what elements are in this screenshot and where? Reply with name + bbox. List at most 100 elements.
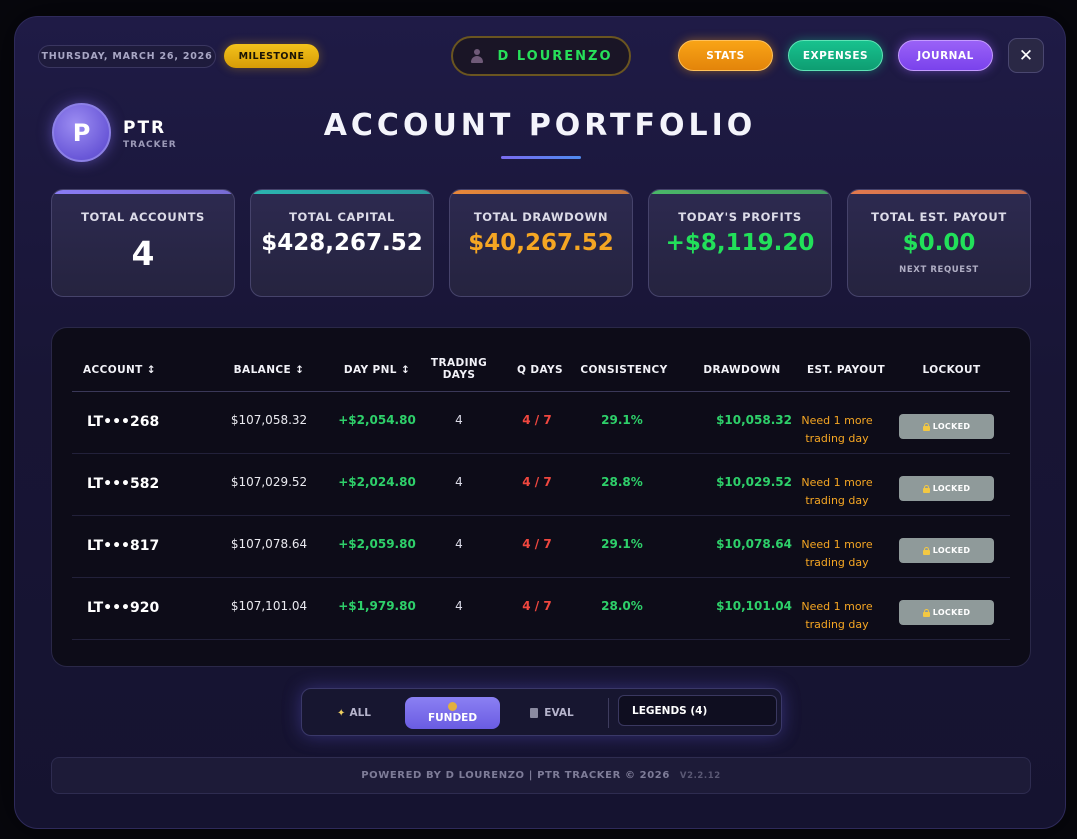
lockout-label: LOCKED: [932, 608, 971, 617]
sparkle-icon: ✦: [337, 707, 346, 719]
col-header-account[interactable]: ACCOUNT ↕: [83, 364, 156, 376]
cell-trading-days: 4: [455, 599, 463, 613]
filter-funded-button[interactable]: FUNDED: [405, 697, 500, 729]
cell-day-pnl: +$2,024.80: [338, 475, 416, 489]
cell-drawdown: $10,078.64: [716, 537, 792, 551]
lockout-label: LOCKED: [932, 422, 971, 431]
table-row[interactable]: LT•••920 $107,101.04 +$1,979.80 4 4 / 7 …: [72, 578, 1010, 640]
stat-label: TOTAL EST. PAYOUT: [871, 210, 1007, 224]
stat-accent-bar: [649, 190, 831, 194]
cell-consistency: 28.0%: [601, 599, 643, 613]
stat-card-total-est-payout: TOTAL EST. PAYOUT $0.00 NEXT REQUEST: [847, 189, 1031, 297]
expenses-button[interactable]: EXPENSES: [788, 40, 883, 71]
cell-balance: $107,078.64: [230, 537, 308, 551]
table-row[interactable]: LT•••817 $107,078.64 +$2,059.80 4 4 / 7 …: [72, 516, 1010, 578]
cell-drawdown: $10,029.52: [716, 475, 792, 489]
cell-consistency: 29.1%: [601, 537, 643, 551]
lock-icon: [922, 546, 930, 555]
milestone-badge[interactable]: MILESTONE: [224, 44, 319, 68]
filter-all-label: ALL: [349, 707, 371, 719]
col-header-trading-days-line2: DAYS: [442, 369, 476, 381]
user-name: D LOURENZO: [497, 48, 613, 64]
filter-eval-button[interactable]: EVAL: [514, 697, 590, 729]
footer-text: POWERED BY D LOURENZO | PTR TRACKER © 20…: [361, 770, 670, 781]
cell-balance: $107,101.04: [230, 599, 308, 613]
col-header-trading-days: TRADING DAYS: [424, 357, 494, 381]
stat-value: 4: [131, 234, 155, 273]
stat-card-total-capital: TOTAL CAPITAL $428,267.52: [250, 189, 434, 297]
stat-value: $428,267.52: [261, 230, 423, 256]
col-header-balance[interactable]: BALANCE ↕: [214, 364, 324, 376]
stat-label: TOTAL CAPITAL: [289, 210, 395, 224]
cell-balance: $107,029.52: [230, 475, 308, 489]
journal-button[interactable]: JOURNAL: [898, 40, 993, 71]
stat-accent-bar: [450, 190, 632, 194]
table-row[interactable]: LT•••582 $107,029.52 +$2,024.80 4 4 / 7 …: [72, 454, 1010, 516]
cell-trading-days: 4: [455, 413, 463, 427]
cell-est-payout: Need 1 more trading day: [801, 600, 873, 631]
lockout-badge[interactable]: LOCKED: [899, 414, 994, 439]
lockout-label: LOCKED: [932, 546, 971, 555]
cell-est-payout: Need 1 more trading day: [801, 538, 873, 569]
stat-accent-bar: [251, 190, 433, 194]
filter-all-button[interactable]: ✦ ALL: [316, 697, 392, 729]
cell-account: LT•••582: [87, 476, 160, 492]
portfolio-modal: THURSDAY, MARCH 26, 2026 MILESTONE D LOU…: [14, 16, 1066, 829]
close-button[interactable]: ✕: [1008, 38, 1044, 73]
col-header-q-days: Q DAYS: [517, 364, 563, 376]
cell-consistency: 29.1%: [601, 413, 643, 427]
stat-card-total-accounts: TOTAL ACCOUNTS 4: [51, 189, 235, 297]
lock-icon: [922, 422, 930, 431]
col-header-est-payout: EST. PAYOUT: [806, 364, 886, 376]
cell-est-payout: Need 1 more trading day: [801, 476, 873, 507]
col-header-consistency: CONSISTENCY: [580, 364, 668, 376]
cell-day-pnl: +$1,979.80: [338, 599, 416, 613]
logo-badge: P: [52, 103, 111, 162]
page-title: ACCOUNT PORTFOLIO: [323, 108, 757, 143]
title-underline: [501, 156, 581, 159]
lockout-label: LOCKED: [932, 484, 971, 493]
cell-drawdown: $10,101.04: [716, 599, 792, 613]
cell-account: LT•••268: [87, 414, 160, 430]
stat-value: $0.00: [902, 230, 976, 256]
cell-est-payout: Need 1 more trading day: [801, 414, 873, 445]
col-header-drawdown: DRAWDOWN: [703, 364, 781, 376]
cell-account: LT•••920: [87, 600, 160, 616]
date-badge: THURSDAY, MARCH 26, 2026: [38, 45, 216, 68]
lock-icon: [922, 608, 930, 617]
footer: POWERED BY D LOURENZO | PTR TRACKER © 20…: [51, 757, 1031, 794]
stats-button[interactable]: STATS: [678, 40, 773, 71]
stat-label: TOTAL ACCOUNTS: [81, 210, 205, 224]
account-group-select[interactable]: LEGENDS (4): [618, 695, 777, 726]
stat-value: $40,267.52: [468, 230, 614, 256]
cell-balance: $107,058.32: [230, 413, 308, 427]
stat-accent-bar: [848, 190, 1030, 194]
cell-q-days: 4 / 7: [522, 599, 552, 613]
user-pill[interactable]: D LOURENZO: [451, 36, 631, 76]
lockout-badge[interactable]: LOCKED: [899, 600, 994, 625]
cell-day-pnl: +$2,054.80: [338, 413, 416, 427]
cell-q-days: 4 / 7: [522, 475, 552, 489]
lockout-badge[interactable]: LOCKED: [899, 476, 994, 501]
cell-trading-days: 4: [455, 537, 463, 551]
col-header-lockout: LOCKOUT: [922, 364, 981, 376]
cell-drawdown: $10,058.32: [716, 413, 792, 427]
lockout-badge[interactable]: LOCKED: [899, 538, 994, 563]
filter-eval-label: EVAL: [544, 707, 574, 719]
stat-card-todays-profits: TODAY'S PROFITS +$8,119.20: [648, 189, 832, 297]
cell-account: LT•••817: [87, 538, 160, 554]
cell-trading-days: 4: [455, 475, 463, 489]
stat-label: TOTAL DRAWDOWN: [473, 210, 609, 224]
cell-q-days: 4 / 7: [522, 413, 552, 427]
money-bag-icon: [448, 702, 457, 711]
stat-accent-bar: [52, 190, 234, 194]
user-icon: [470, 49, 484, 63]
lock-icon: [922, 484, 930, 493]
stat-value: +$8,119.20: [665, 230, 815, 256]
table-row[interactable]: LT•••268 $107,058.32 +$2,054.80 4 4 / 7 …: [72, 392, 1010, 454]
stat-sublabel: NEXT REQUEST: [899, 265, 979, 275]
stat-card-total-drawdown: TOTAL DRAWDOWN $40,267.52: [449, 189, 633, 297]
cell-day-pnl: +$2,059.80: [338, 537, 416, 551]
version-label: V2.2.12: [679, 770, 721, 781]
col-header-day-pnl[interactable]: DAY PNL ↕: [324, 364, 430, 376]
